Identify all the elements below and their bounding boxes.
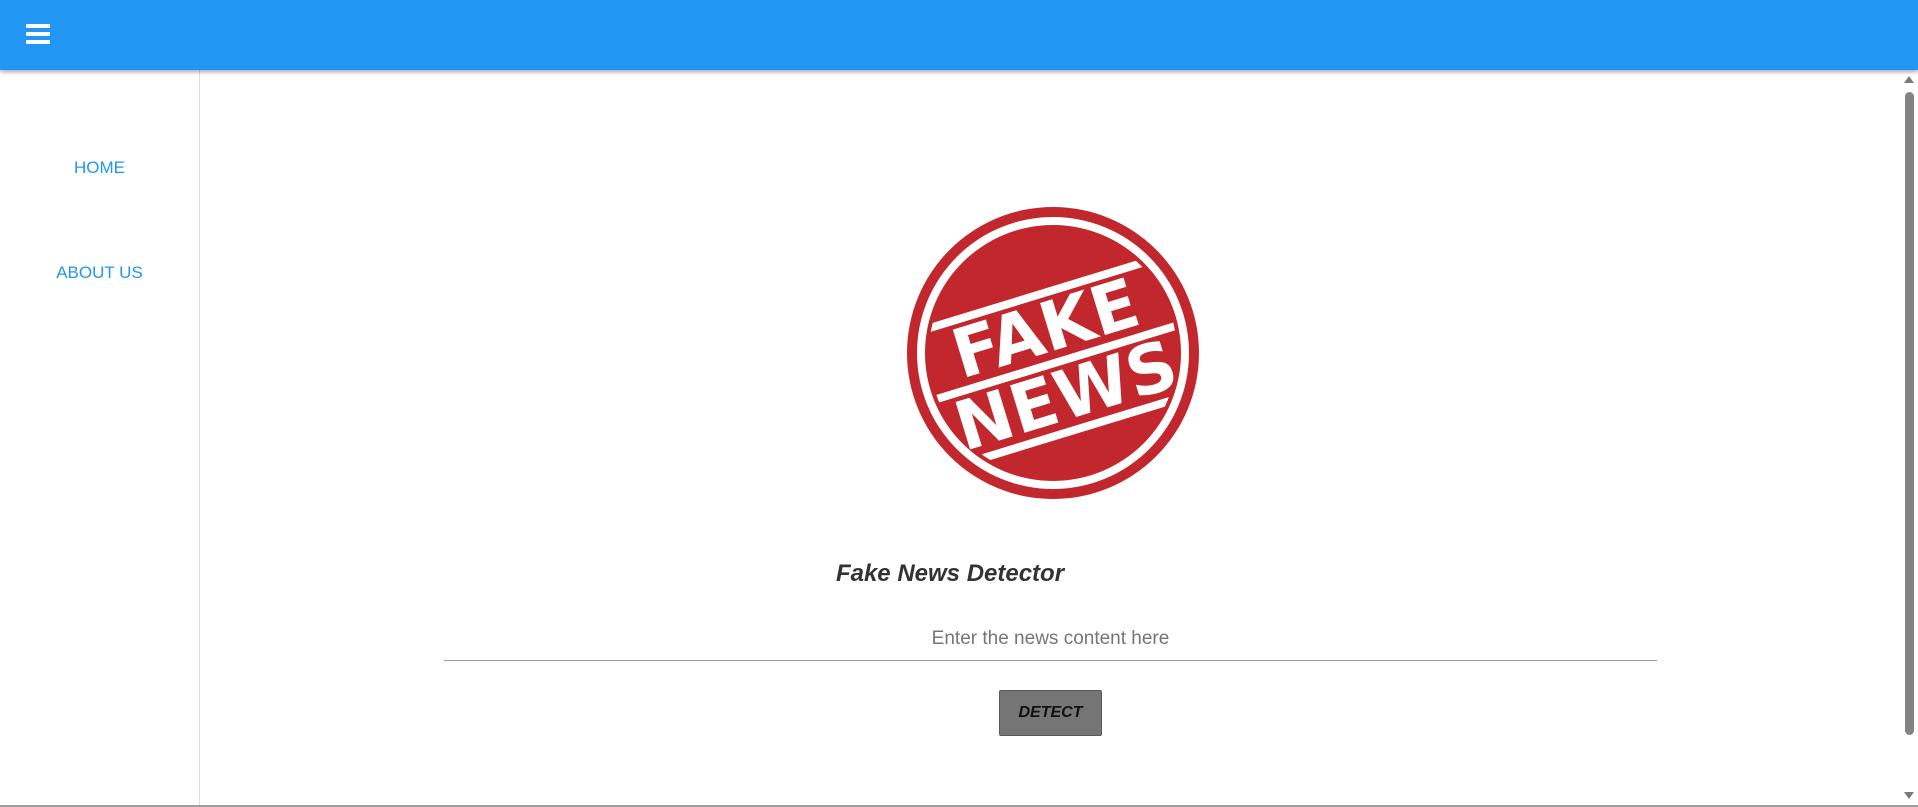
top-app-bar (0, 0, 1918, 70)
fake-news-stamp-logo: FAKE NEWS (903, 203, 1203, 503)
sidebar-item-about-us[interactable]: ABOUT US (0, 263, 199, 283)
main-content: FAKE NEWS Fake News Detector DETECT (200, 70, 1900, 807)
scrollbar-thumb[interactable] (1905, 92, 1914, 735)
detect-button[interactable]: DETECT (999, 690, 1102, 736)
scroll-up-arrow-icon[interactable] (1904, 76, 1914, 83)
scroll-down-arrow-icon[interactable] (1904, 792, 1914, 799)
sidebar: HOME ABOUT US (0, 70, 200, 807)
sidebar-item-home[interactable]: HOME (0, 158, 199, 178)
vertical-scrollbar[interactable] (1900, 70, 1918, 807)
news-content-input[interactable] (444, 618, 1657, 661)
page-title: Fake News Detector (835, 560, 1065, 587)
hamburger-menu-icon[interactable] (26, 24, 50, 44)
